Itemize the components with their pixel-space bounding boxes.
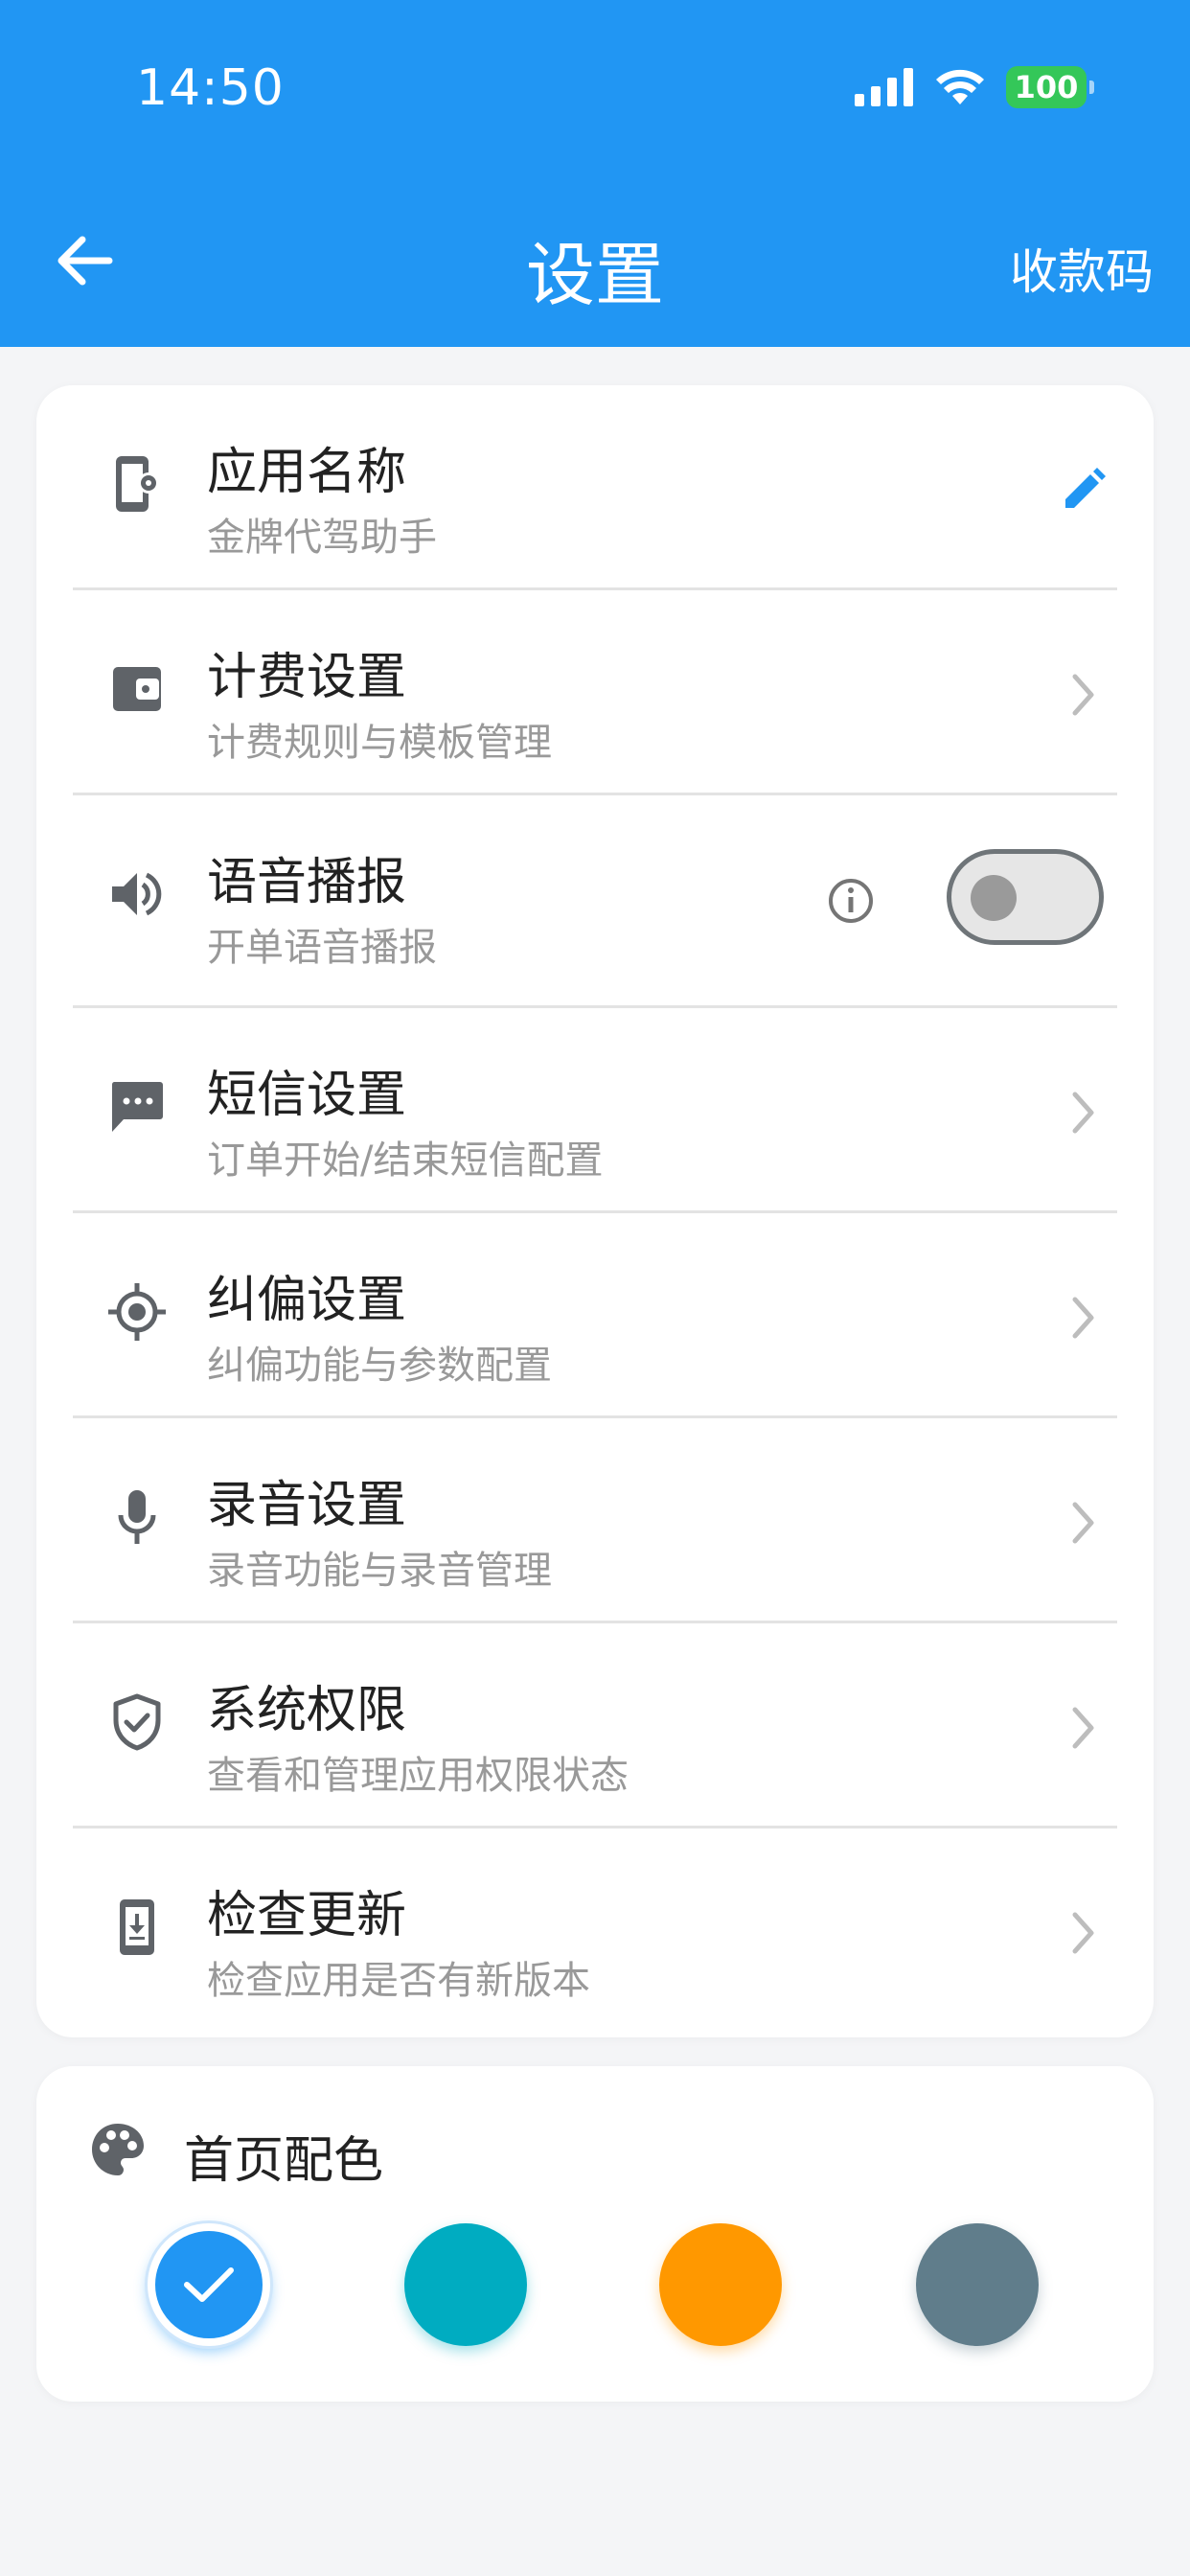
theme-title: 首页配色 [184, 2132, 384, 2190]
setting-subtitle: 检查应用是否有新版本 [207, 1959, 590, 2003]
color-swatch-blue-grey[interactable] [916, 2223, 1039, 2346]
app-header: 14:50 100 设置 收款码 [0, 0, 1190, 347]
status-time: 14:50 [136, 59, 285, 117]
setting-subtitle: 开单语音播报 [207, 926, 437, 970]
setting-subtitle: 查看和管理应用权限状态 [207, 1754, 629, 1798]
color-swatch-cyan[interactable] [404, 2223, 527, 2346]
speaker-icon [105, 862, 169, 926]
wifi-icon [936, 69, 984, 104]
chevron-right-icon [1050, 661, 1117, 728]
shield-check-icon [105, 1690, 169, 1754]
sms-icon [105, 1075, 169, 1138]
setting-title: 语音播报 [207, 854, 407, 911]
edit-icon [1065, 468, 1106, 508]
payment-code-link[interactable]: 收款码 [1010, 234, 1154, 303]
setting-row-update[interactable]: 检查更新 检查应用是否有新版本 [73, 1828, 1117, 2034]
setting-row-correction[interactable]: 纠偏设置 纠偏功能与参数配置 [73, 1213, 1117, 1418]
setting-subtitle: 计费规则与模板管理 [207, 721, 552, 765]
edit-button[interactable] [1050, 456, 1117, 523]
theme-color-card: 首页配色 [36, 2066, 1154, 2402]
setting-title: 检查更新 [207, 1887, 407, 1944]
color-swatch-orange[interactable] [659, 2223, 782, 2346]
toggle-knob [971, 875, 1017, 921]
battery-indicator: 100 [1006, 66, 1094, 108]
setting-subtitle: 金牌代驾助手 [207, 516, 437, 560]
setting-subtitle: 纠偏功能与参数配置 [207, 1344, 552, 1388]
status-icons: 100 [855, 63, 1094, 111]
app-settings-icon [105, 452, 169, 516]
setting-title: 计费设置 [207, 649, 407, 706]
setting-title: 短信设置 [207, 1067, 407, 1124]
setting-subtitle: 录音功能与录音管理 [207, 1549, 552, 1593]
phone-download-icon [105, 1896, 169, 1959]
setting-row-app-name[interactable]: 应用名称 金牌代驾助手 [73, 385, 1117, 590]
chevron-right-icon [1050, 1899, 1117, 1966]
microphone-icon [105, 1485, 169, 1549]
setting-title: 录音设置 [207, 1477, 407, 1534]
setting-title: 系统权限 [207, 1682, 407, 1739]
setting-row-recording[interactable]: 录音设置 录音功能与录音管理 [73, 1418, 1117, 1623]
setting-row-permissions[interactable]: 系统权限 查看和管理应用权限状态 [73, 1623, 1117, 1828]
setting-row-sms[interactable]: 短信设置 订单开始/结束短信配置 [73, 1008, 1117, 1213]
palette-icon [86, 2118, 149, 2181]
wallet-icon [105, 657, 169, 721]
setting-title: 应用名称 [207, 444, 407, 501]
voice-broadcast-toggle[interactable] [947, 849, 1104, 945]
chevron-right-icon [1050, 1284, 1117, 1351]
info-icon [829, 879, 873, 923]
chevron-right-icon [1050, 1489, 1117, 1556]
signal-icon [855, 68, 913, 106]
chevron-right-icon [1050, 1694, 1117, 1761]
gps-target-icon [105, 1280, 169, 1344]
setting-row-voice: 语音播报 开单语音播报 [73, 795, 1117, 1008]
battery-level: 100 [1014, 69, 1079, 105]
color-swatch-blue[interactable] [148, 2223, 270, 2346]
check-icon [184, 2267, 234, 2302]
setting-row-billing[interactable]: 计费设置 计费规则与模板管理 [73, 590, 1117, 795]
setting-title: 纠偏设置 [207, 1272, 407, 1329]
chevron-right-icon [1050, 1079, 1117, 1146]
setting-subtitle: 订单开始/结束短信配置 [207, 1138, 604, 1183]
settings-card: 应用名称 金牌代驾助手 计费设置 计费规则与模板管理 语音播报 开单语音播报 短… [36, 385, 1154, 2037]
info-button[interactable] [822, 872, 880, 930]
